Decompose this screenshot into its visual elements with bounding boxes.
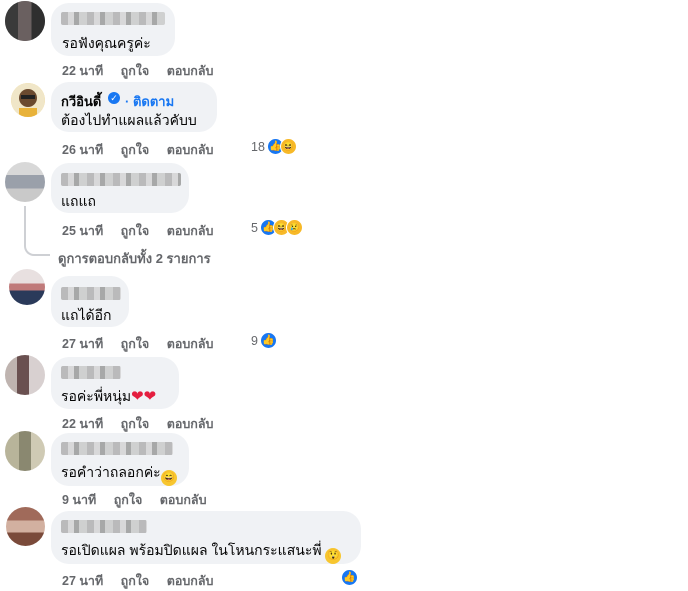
reaction-summary[interactable]: 5 👍 😆 😢 [251,219,303,236]
comment-actions: 22 นาที ถูกใจ ตอบกลับ [62,61,227,81]
comment-text: แถได้อีก [61,307,112,323]
like-button[interactable]: ถูกใจ [121,417,150,431]
comment-actions: 27 นาที ถูกใจ ตอบกลับ [62,334,227,354]
like-icon: 👍 [341,569,358,586]
avatar[interactable] [5,162,45,202]
avatar[interactable] [11,83,45,117]
avatar[interactable] [6,507,45,546]
timestamp[interactable]: 22 นาที [62,64,103,78]
comment-bubble: รอคำว่าถลอกค่ะ 😄 [51,433,189,486]
timestamp[interactable]: 25 นาที [62,224,103,238]
avatar[interactable] [5,355,45,395]
comment-text: รอคำว่าถลอกค่ะ 😄 [61,462,177,486]
comment-actions: 9 นาที ถูกใจ ตอบกลับ [62,490,221,510]
reaction-count: 5 [251,220,258,235]
reaction-count: 9 [251,333,258,348]
heart-icon: ❤❤ [131,388,157,405]
comment-text-body: รอคำว่าถลอกค่ะ [61,464,161,480]
reply-button[interactable]: ตอบกลับ [167,417,214,431]
like-icon: 👍 [259,332,277,349]
reaction-summary[interactable]: 👍 [341,569,358,586]
comment-text: รอฟังคุณครูค่ะ [62,35,151,51]
avatar[interactable] [9,269,45,305]
timestamp[interactable]: 27 นาที [62,337,103,351]
comment-bubble: แถได้อีก [51,276,129,327]
comment-bubble: กวีอินดี้ ✓ · ติดตาม ต้องไปทำแผลแล้วคับบ [51,82,217,132]
reply-button[interactable]: ตอบกลับ [167,143,214,157]
comment-text: รอค่ะพี่หนุ่ม❤❤ [61,386,156,408]
follow-label: ติดตาม [132,94,175,109]
like-button[interactable]: ถูกใจ [121,143,150,157]
reply-button[interactable]: ตอบกลับ [160,493,207,507]
avatar[interactable] [5,1,45,41]
avatar[interactable] [5,431,45,471]
avatar-image [11,83,45,117]
comment-text: ต้องไปทำแผลแล้วคับบ [61,112,197,128]
verified-badge-icon: ✓ [108,92,120,104]
sad-icon: 😢 [285,219,303,236]
author-name[interactable] [61,12,165,25]
author-name[interactable] [61,366,121,379]
reply-button[interactable]: ตอบกลับ [167,224,214,238]
reaction-summary[interactable]: 9 👍 [251,332,277,349]
comment-actions: 26 นาที ถูกใจ ตอบกลับ [62,140,227,160]
reply-thread-line [24,206,50,256]
reply-button[interactable]: ตอบกลับ [167,574,214,588]
author-name[interactable] [61,287,121,300]
timestamp[interactable]: 26 นาที [62,143,103,157]
comment-actions: 22 นาที ถูกใจ ตอบกลับ [62,414,227,434]
reply-button[interactable]: ตอบกลับ [167,64,214,78]
author-name[interactable] [61,173,181,186]
comment-bubble: แถแถ [51,163,189,213]
timestamp[interactable]: 27 นาที [62,574,103,588]
comment-text-body: รอค่ะพี่หนุ่ม [61,388,132,404]
comment-text-body: รอเปิดแผล พร้อมปิดแผล ในโหนกระแสนะพี่ [61,542,322,558]
reaction-summary[interactable]: 18 👍 😆 [251,138,297,155]
comment-actions: 25 นาที ถูกใจ ตอบกลับ [62,221,227,241]
comment-bubble: รอเปิดแผล พร้อมปิดแผล ในโหนกระแสนะพี่ 😲 [51,511,361,564]
author-name[interactable] [61,442,173,455]
follow-button[interactable]: · ติดตาม [125,91,174,112]
like-button[interactable]: ถูกใจ [114,493,143,507]
timestamp[interactable]: 22 นาที [62,417,103,431]
haha-icon: 😆 [279,138,297,155]
comment-actions: 27 นาที ถูกใจ ตอบกลับ [62,571,227,591]
reply-button[interactable]: ตอบกลับ [167,337,214,351]
shock-emoji-icon: 😲 [325,548,342,564]
comment-bubble: รอค่ะพี่หนุ่ม❤❤ [51,357,179,409]
like-button[interactable]: ถูกใจ [121,64,150,78]
comment-text: แถแถ [61,193,96,209]
grin-emoji-icon: 😄 [160,470,177,486]
like-button[interactable]: ถูกใจ [121,224,150,238]
follow-separator: · [125,94,133,109]
author-name[interactable]: กวีอินดี้ [61,91,101,112]
author-name[interactable] [61,520,147,533]
comment-bubble: รอฟังคุณครูค่ะ [51,3,175,56]
reaction-count: 18 [251,139,265,154]
view-replies-link[interactable]: ดูการตอบกลับทั้ง 2 รายการ [58,248,211,269]
comment-text: รอเปิดแผล พร้อมปิดแผล ในโหนกระแสนะพี่ 😲 [61,540,342,564]
timestamp[interactable]: 9 นาที [62,493,96,507]
like-button[interactable]: ถูกใจ [121,337,150,351]
like-button[interactable]: ถูกใจ [121,574,150,588]
